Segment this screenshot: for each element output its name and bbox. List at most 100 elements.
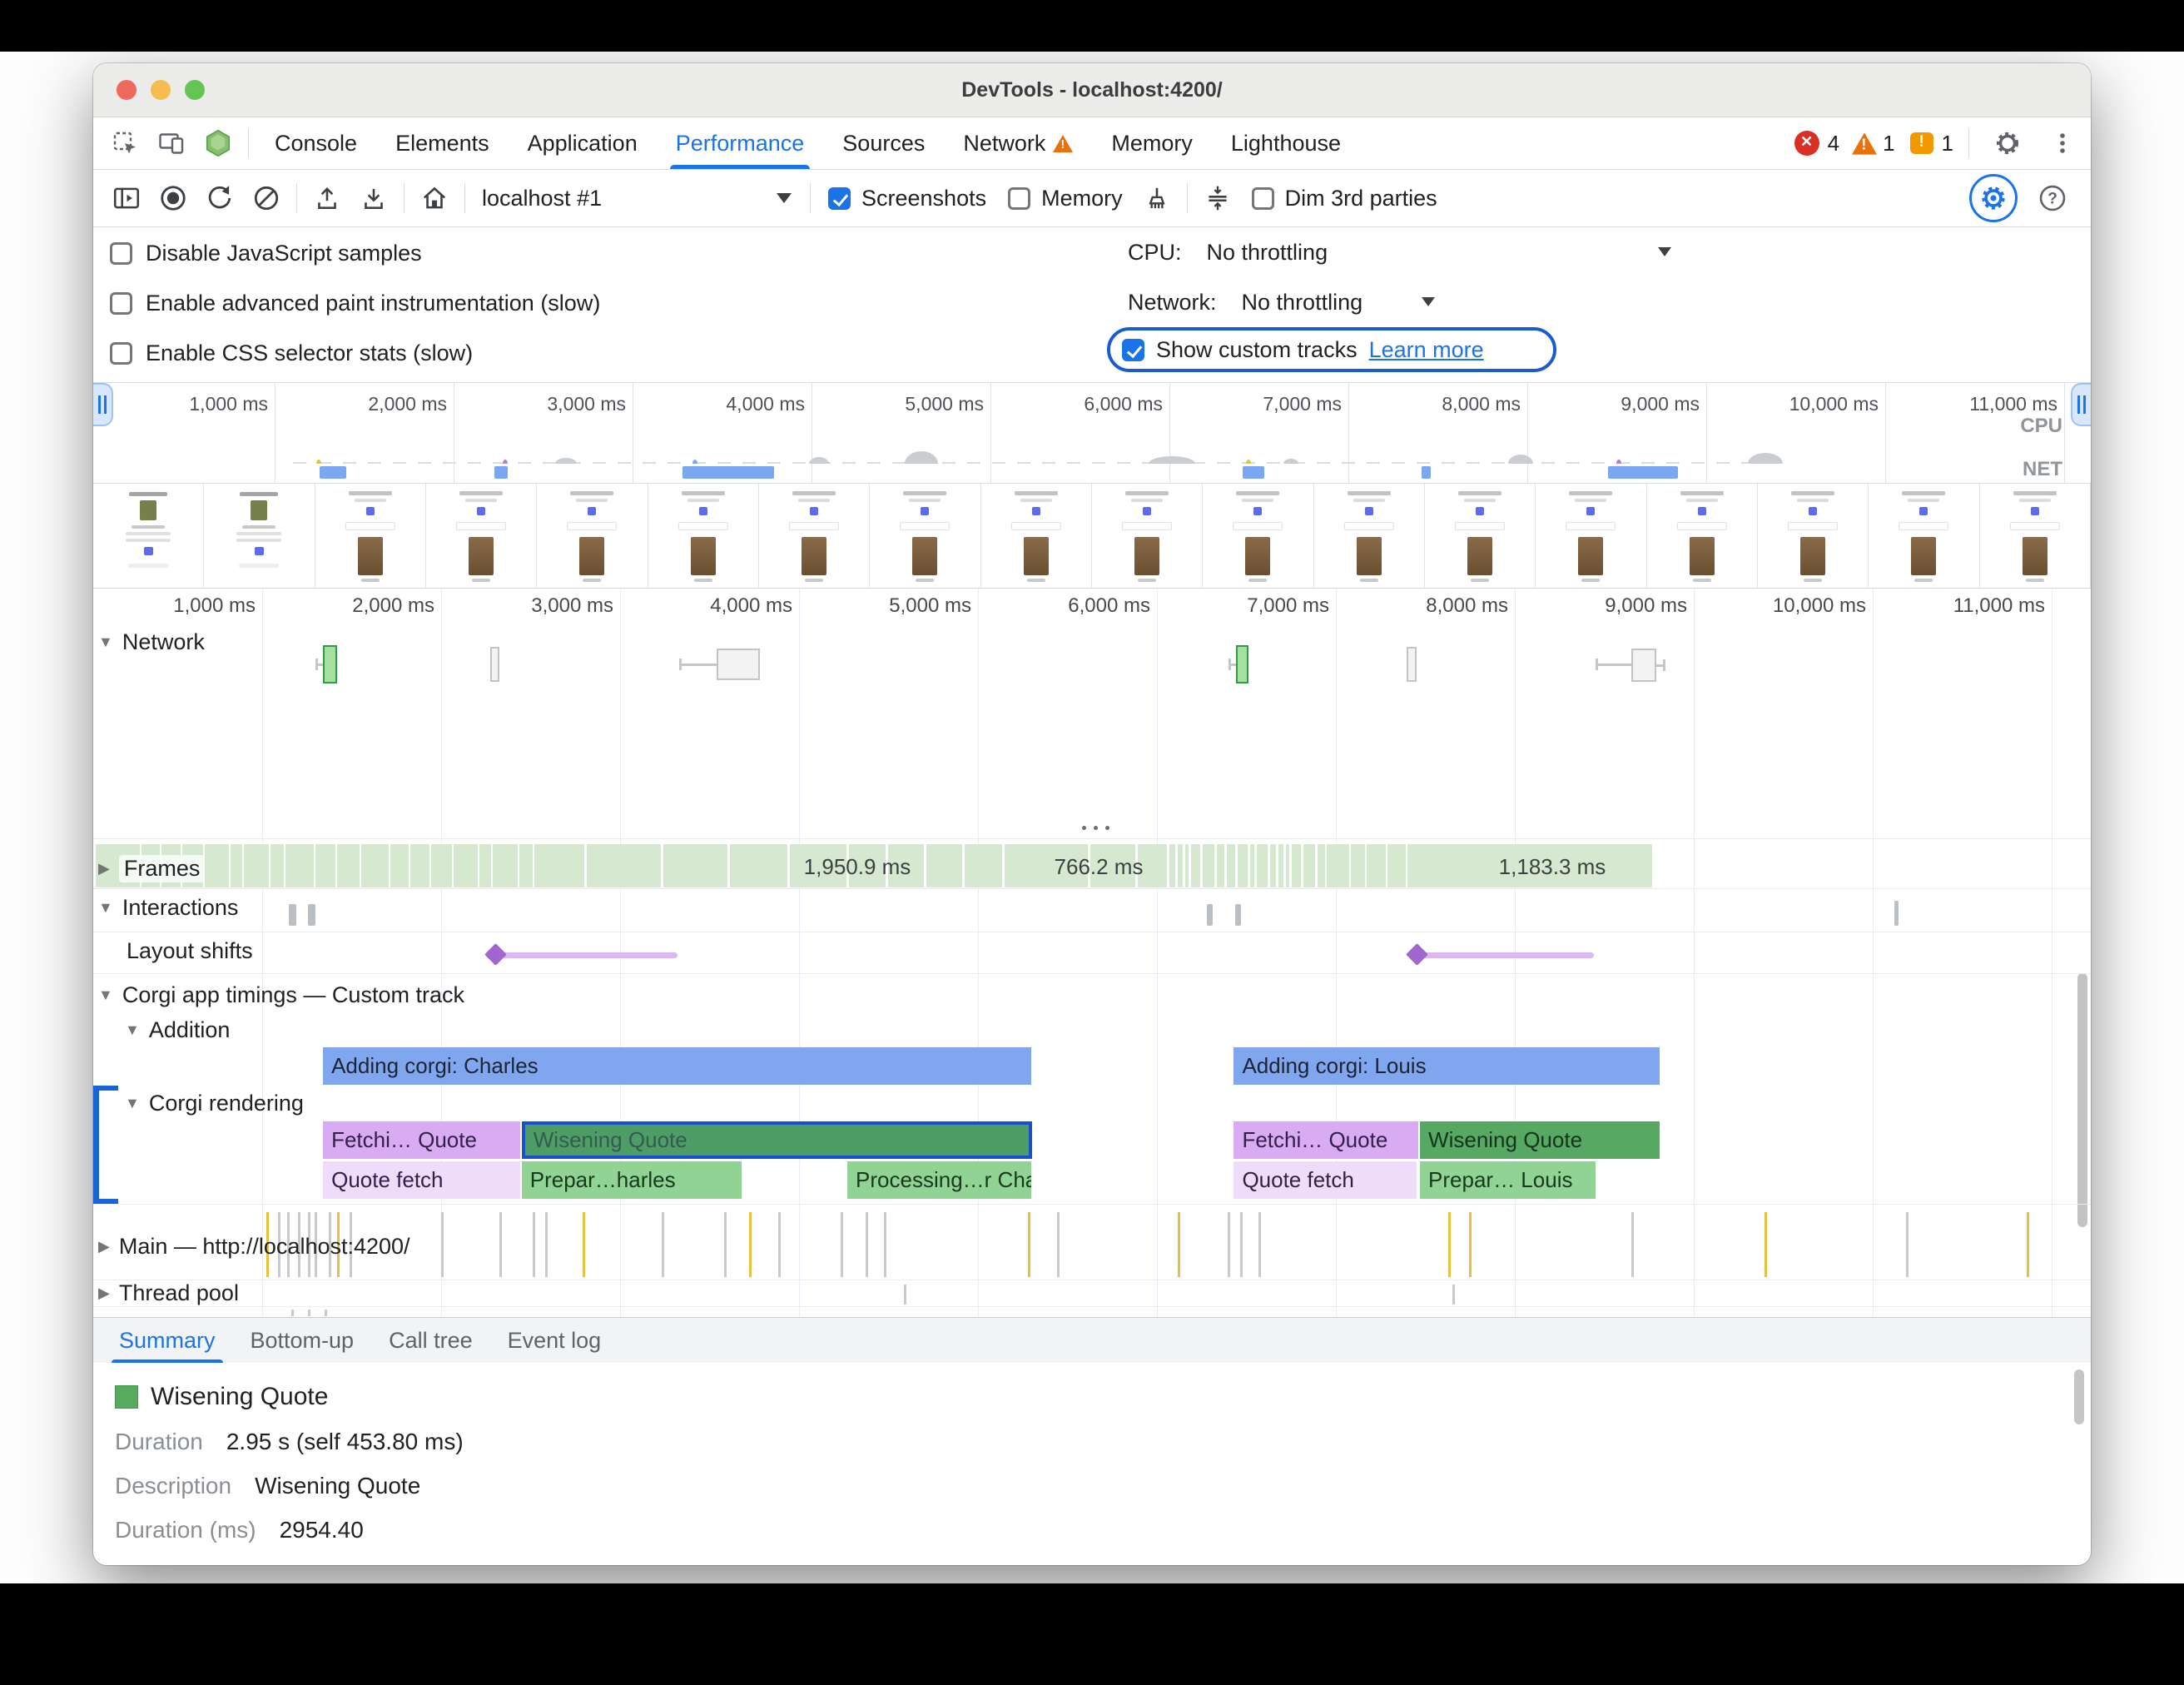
network-request[interactable] bbox=[717, 649, 760, 680]
record-icon[interactable] bbox=[150, 178, 196, 218]
filmstrip-frame[interactable] bbox=[870, 484, 980, 588]
interaction-mark[interactable] bbox=[289, 904, 296, 926]
filmstrip-frame[interactable] bbox=[426, 484, 537, 588]
history-dropdown[interactable]: localhost #1 bbox=[472, 178, 803, 218]
details-tab-call-tree[interactable]: Call tree bbox=[371, 1318, 490, 1363]
screenshots-checkbox[interactable] bbox=[828, 187, 851, 210]
inspect-element-icon[interactable] bbox=[102, 123, 148, 163]
details-tab-summary[interactable]: Summary bbox=[102, 1318, 233, 1363]
network-resize-handle[interactable] bbox=[1082, 826, 1109, 830]
track-custom[interactable]: ▼ Corgi app timings — Custom track bbox=[98, 982, 464, 1008]
capture-option-checkbox[interactable] bbox=[110, 342, 132, 365]
device-toolbar-icon[interactable] bbox=[148, 123, 195, 163]
filmstrip-frame[interactable] bbox=[1314, 484, 1425, 588]
custom-track-event[interactable]: Adding corgi: Charles bbox=[323, 1047, 1031, 1085]
interaction-mark[interactable] bbox=[1207, 904, 1213, 926]
interaction-mark[interactable] bbox=[1235, 904, 1241, 926]
filmstrip-frame[interactable] bbox=[648, 484, 759, 588]
show-custom-tracks-checkbox[interactable] bbox=[1122, 339, 1144, 361]
layout-shift-line[interactable] bbox=[502, 952, 678, 958]
tab-lighthouse[interactable]: Lighthouse bbox=[1212, 117, 1360, 169]
timeline-overview[interactable]: CPU NET 1,000 ms2,000 ms3,000 ms4,000 ms… bbox=[93, 383, 2091, 484]
overview-left-handle[interactable] bbox=[93, 383, 113, 426]
filmstrip-frame[interactable] bbox=[1647, 484, 1758, 588]
tab-performance[interactable]: Performance bbox=[657, 117, 824, 169]
track-addition[interactable]: ▼ Addition bbox=[125, 1017, 230, 1043]
capture-option-checkbox[interactable] bbox=[110, 242, 132, 265]
filmstrip-frame[interactable] bbox=[1536, 484, 1646, 588]
close-window-button[interactable] bbox=[117, 80, 136, 100]
toggle-sidebar-icon[interactable] bbox=[103, 178, 150, 218]
zoom-window-button[interactable] bbox=[185, 80, 205, 100]
tab-elements[interactable]: Elements bbox=[376, 117, 509, 169]
interaction-mark[interactable] bbox=[308, 904, 315, 926]
filmstrip-frame[interactable] bbox=[1203, 484, 1313, 588]
filmstrip-frame[interactable] bbox=[204, 484, 315, 588]
flame-scrollbar[interactable] bbox=[2077, 973, 2087, 1227]
custom-track-event[interactable]: Wisening Quote bbox=[522, 1121, 1032, 1159]
custom-track-event[interactable]: Fetchi… Quote bbox=[1233, 1121, 1417, 1159]
learn-more-link[interactable]: Learn more bbox=[1369, 337, 1484, 363]
track-layout-shifts[interactable]: Layout shifts bbox=[127, 938, 253, 964]
capture-settings-gear-icon[interactable] bbox=[1969, 174, 2018, 222]
network-throttling-select[interactable]: No throttling bbox=[1242, 290, 1363, 316]
issues-icon[interactable] bbox=[1910, 132, 1933, 154]
network-request[interactable] bbox=[490, 647, 499, 682]
settings-gear-icon[interactable] bbox=[1984, 123, 2031, 163]
filmstrip-frame[interactable] bbox=[537, 484, 648, 588]
overview-right-handle[interactable] bbox=[2071, 383, 2091, 426]
filmstrip-frame[interactable] bbox=[1758, 484, 1869, 588]
track-thread-pool[interactable]: ▶ Thread pool bbox=[98, 1280, 239, 1306]
custom-track-event[interactable]: Wisening Quote bbox=[1420, 1121, 1660, 1159]
custom-track-event[interactable]: Quote fetch bbox=[323, 1161, 520, 1199]
home-icon[interactable] bbox=[411, 178, 458, 218]
tab-network[interactable]: Network bbox=[944, 117, 1092, 169]
filmstrip-frame[interactable] bbox=[93, 484, 204, 588]
memory-checkbox[interactable] bbox=[1008, 187, 1030, 210]
collapse-sections-icon[interactable] bbox=[1194, 178, 1241, 218]
cpu-throttling-select[interactable]: No throttling bbox=[1207, 240, 1328, 266]
help-icon[interactable]: ? bbox=[2029, 178, 2076, 218]
track-corgi-rendering[interactable]: ▼ Corgi rendering bbox=[125, 1091, 304, 1116]
track-interactions[interactable]: ▼ Interactions bbox=[98, 895, 238, 921]
filmstrip-frame[interactable] bbox=[315, 484, 426, 588]
custom-track-event[interactable]: Prepar… Louis bbox=[1420, 1161, 1596, 1199]
network-request[interactable] bbox=[1236, 645, 1248, 683]
kebab-menu-icon[interactable] bbox=[2039, 123, 2086, 163]
upload-profile-icon[interactable] bbox=[304, 178, 350, 218]
layout-shift-diamond[interactable] bbox=[1406, 943, 1428, 966]
tab-application[interactable]: Application bbox=[509, 117, 657, 169]
capture-option-checkbox[interactable] bbox=[110, 292, 132, 315]
track-main[interactable]: ▶ Main — http://localhost:4200/ bbox=[98, 1234, 410, 1260]
details-tab-event-log[interactable]: Event log bbox=[490, 1318, 619, 1363]
custom-track-event[interactable]: Adding corgi: Louis bbox=[1233, 1047, 1660, 1085]
tab-console[interactable]: Console bbox=[256, 117, 376, 169]
filmstrip-frame[interactable] bbox=[1425, 484, 1536, 588]
filmstrip-frame[interactable] bbox=[1092, 484, 1203, 588]
download-profile-icon[interactable] bbox=[350, 178, 397, 218]
filmstrip-frame[interactable] bbox=[981, 484, 1092, 588]
network-request[interactable] bbox=[1631, 649, 1656, 682]
network-request[interactable] bbox=[323, 645, 337, 683]
tab-sources[interactable]: Sources bbox=[823, 117, 944, 169]
filmstrip-frame[interactable] bbox=[1869, 484, 1979, 588]
clear-recording-icon[interactable] bbox=[243, 178, 290, 218]
summary-scrollbar[interactable] bbox=[2074, 1369, 2084, 1424]
network-request[interactable] bbox=[1407, 647, 1417, 682]
filmstrip-frame[interactable] bbox=[1980, 484, 2091, 588]
track-frames[interactable]: ▶ Frames bbox=[98, 855, 205, 882]
details-tab-bottom-up[interactable]: Bottom-up bbox=[233, 1318, 372, 1363]
garbage-collect-icon[interactable] bbox=[1134, 178, 1180, 218]
console-errors-icon[interactable] bbox=[1794, 131, 1819, 156]
custom-track-event[interactable]: Processing…r Charles bbox=[847, 1161, 1031, 1199]
flame-chart[interactable]: ▼ Network ▶ Frames ▼ Interactions Layout… bbox=[93, 589, 2091, 1317]
filmstrip-frame[interactable] bbox=[759, 484, 870, 588]
layout-shift-diamond[interactable] bbox=[484, 943, 507, 966]
console-warnings-icon[interactable] bbox=[1852, 132, 1877, 154]
minimize-window-button[interactable] bbox=[151, 80, 171, 100]
reload-and-record-icon[interactable] bbox=[196, 178, 243, 218]
track-network[interactable]: ▼ Network bbox=[98, 629, 205, 655]
interaction-mark[interactable] bbox=[1894, 901, 1899, 926]
dim-third-parties-checkbox[interactable] bbox=[1252, 187, 1274, 210]
layout-shift-line[interactable] bbox=[1423, 952, 1594, 958]
